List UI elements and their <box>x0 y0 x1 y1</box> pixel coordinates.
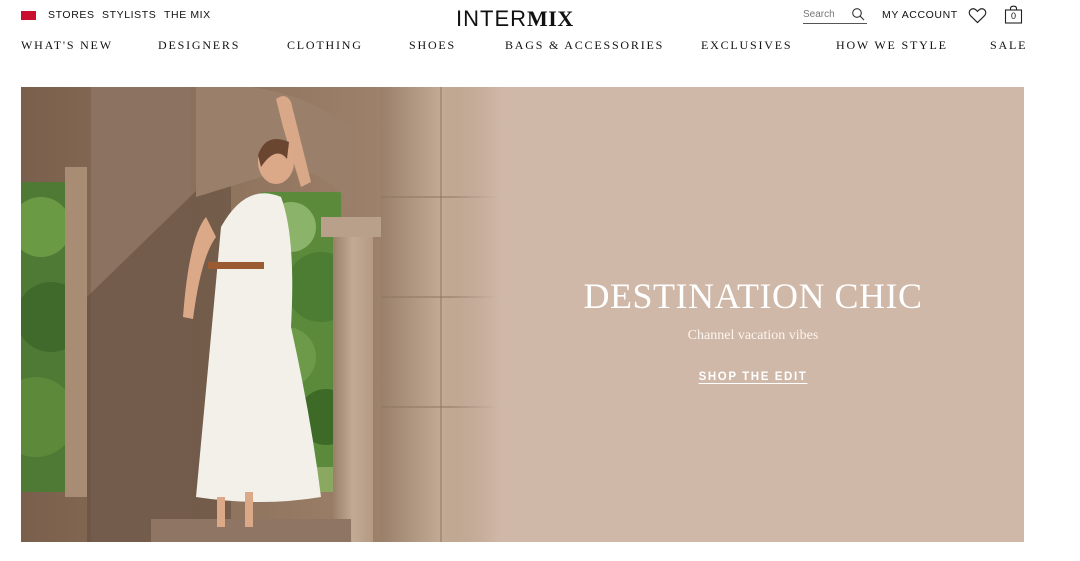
hero-subtitle: Channel vacation vibes <box>687 328 819 343</box>
heart-icon[interactable] <box>968 7 987 24</box>
intermix-logo[interactable]: INTERMIX <box>456 6 574 32</box>
country-flag-icon[interactable] <box>21 11 36 20</box>
nav-shoes[interactable]: SHOES <box>409 38 456 53</box>
hero-title: DESTINATION CHIC <box>583 276 923 316</box>
nav-sale[interactable]: SALE <box>990 38 1027 53</box>
search-input[interactable]: Search <box>803 6 867 24</box>
the-mix-link[interactable]: THE MIX <box>164 9 211 21</box>
hero-banner[interactable]: DESTINATION CHIC Channel vacation vibes … <box>21 87 1024 542</box>
shopping-bag-button[interactable]: 0 <box>1004 5 1023 24</box>
hero-photo[interactable] <box>21 87 501 542</box>
stores-link[interactable]: STORES <box>48 9 95 21</box>
bag-count: 0 <box>1010 11 1016 21</box>
nav-exclusives[interactable]: EXCLUSIVES <box>701 38 792 53</box>
logo-part-mix: MIX <box>527 6 574 31</box>
nav-how-we-style[interactable]: HOW WE STYLE <box>836 38 948 53</box>
nav-bags-accessories[interactable]: BAGS & ACCESSORIES <box>505 38 664 53</box>
nav-designers[interactable]: DESIGNERS <box>158 38 240 53</box>
nav-whats-new[interactable]: WHAT'S NEW <box>21 38 113 53</box>
search-icon[interactable] <box>851 7 865 21</box>
nav-clothing[interactable]: CLOTHING <box>287 38 363 53</box>
search-placeholder: Search <box>803 9 835 20</box>
stylists-link[interactable]: STYLISTS <box>102 9 156 21</box>
shop-the-edit-link[interactable]: SHOP THE EDIT <box>693 371 813 383</box>
logo-part-inter: INTER <box>456 6 527 31</box>
my-account-link[interactable]: MY ACCOUNT <box>882 9 958 21</box>
